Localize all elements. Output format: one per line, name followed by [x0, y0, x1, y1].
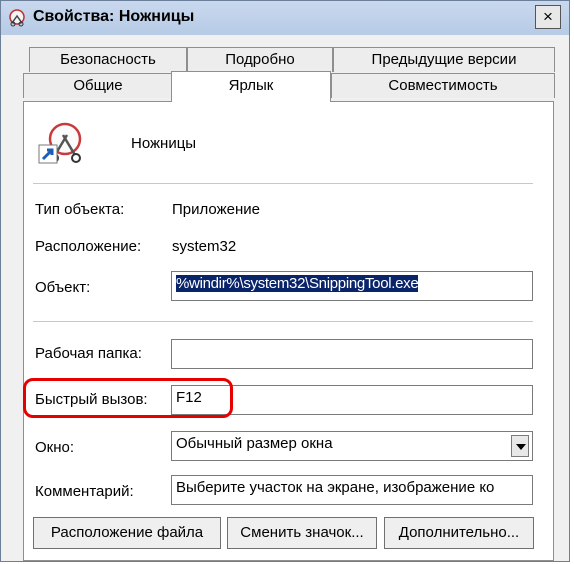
tab-general[interactable]: Общие — [23, 73, 173, 98]
comment-label: Комментарий: — [35, 483, 134, 500]
run-select-value: Обычный размер окна — [176, 435, 333, 452]
open-file-location-button[interactable]: Расположение файла — [33, 517, 221, 549]
tab-security[interactable]: Безопасность — [29, 47, 187, 72]
comment-field[interactable]: Выберите участок на экране, изображение … — [171, 475, 533, 505]
hotkey-highlight — [23, 378, 233, 418]
run-select[interactable]: Обычный размер окна — [171, 431, 533, 461]
location-value: system32 — [172, 238, 237, 255]
advanced-button[interactable]: Дополнительно... — [384, 517, 534, 549]
window-title: Свойства: Ножницы — [33, 8, 195, 25]
target-label: Объект: — [35, 279, 91, 296]
properties-window: Свойства: Ножницы × Безопасность Подробн… — [0, 0, 570, 562]
run-label: Окно: — [35, 439, 75, 456]
start-in-field[interactable] — [171, 339, 533, 369]
change-icon-button[interactable]: Сменить значок... — [227, 517, 377, 549]
tab-details[interactable]: Подробно — [187, 47, 333, 72]
start-in-label: Рабочая папка: — [35, 345, 142, 362]
shortcut-name: Ножницы — [131, 135, 197, 152]
tab-compatibility[interactable]: Совместимость — [331, 73, 555, 98]
object-type-label: Тип объекта: — [35, 201, 125, 218]
object-type-value: Приложение — [172, 201, 260, 218]
tab-shortcut[interactable]: Ярлык — [171, 71, 331, 102]
chevron-down-icon[interactable] — [511, 435, 529, 457]
divider — [33, 183, 533, 184]
snipping-tool-icon — [9, 9, 25, 27]
close-button[interactable]: × — [535, 5, 561, 29]
divider — [33, 321, 533, 322]
target-value: %windir%\system32\SnippingTool.exe — [176, 275, 419, 292]
tab-previous-versions[interactable]: Предыдущие версии — [333, 47, 555, 72]
target-field[interactable]: %windir%\system32\SnippingTool.exe — [171, 271, 533, 301]
location-label: Расположение: — [35, 238, 142, 255]
title-bar: Свойства: Ножницы × — [1, 1, 569, 35]
snipping-tool-shortcut-icon — [38, 122, 82, 164]
